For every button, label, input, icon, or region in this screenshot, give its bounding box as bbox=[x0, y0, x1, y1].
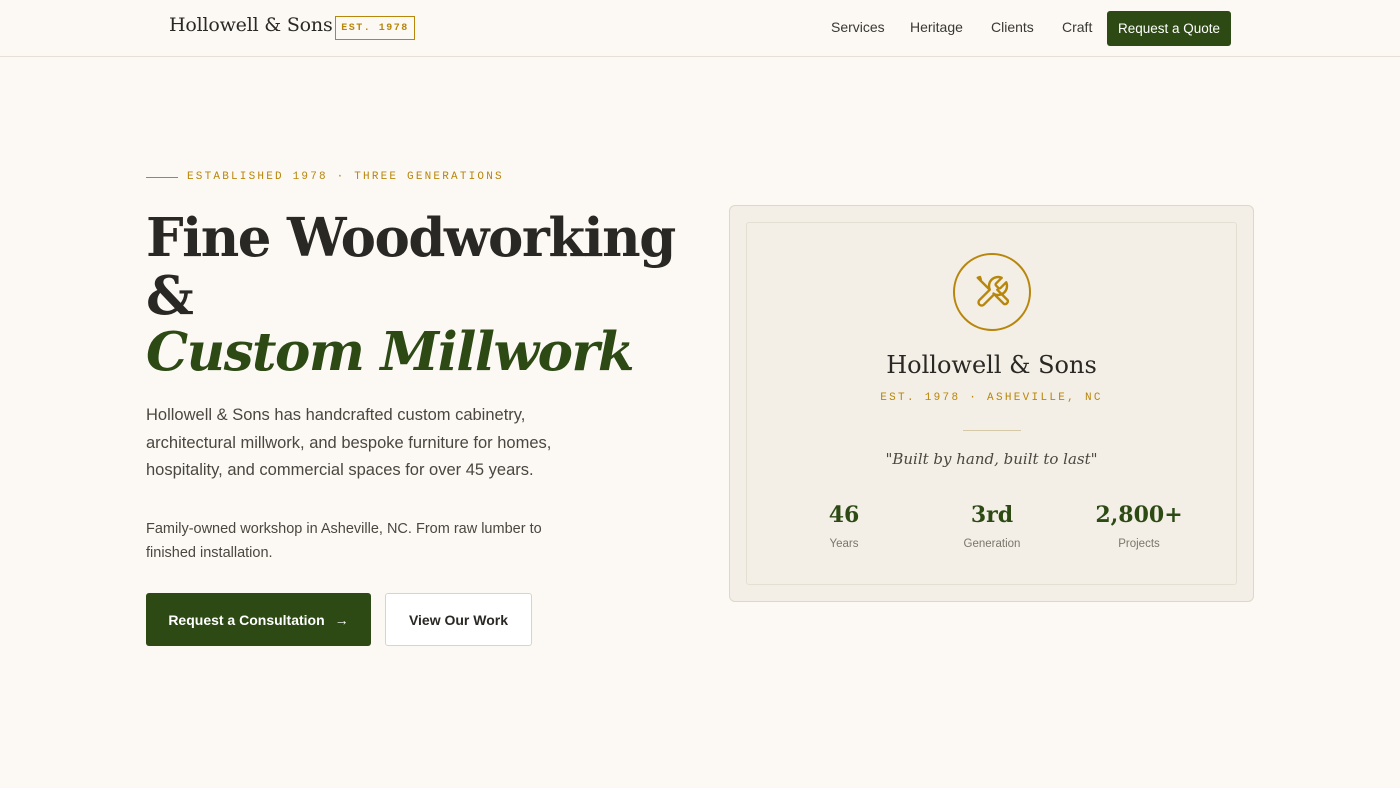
hero-lead: Hollowell & Sons has handcrafted custom … bbox=[146, 406, 552, 479]
arrow-right-icon: → bbox=[334, 611, 349, 628]
stat-generation-value: 3rd bbox=[970, 502, 1014, 528]
stat-projects-value: 2,800+ bbox=[1095, 502, 1183, 528]
hero-title-line2: & bbox=[146, 265, 194, 327]
hero-title-line1: Fine Woodworking bbox=[146, 207, 676, 269]
view-work-button[interactable]: View Our Work bbox=[385, 593, 532, 646]
stat-projects-label: Projects bbox=[1118, 538, 1160, 550]
stat-years-value: 46 bbox=[828, 502, 860, 528]
hero-title-line3: Custom Millwork bbox=[146, 321, 635, 383]
request-consultation-button[interactable]: Request a Consultation → bbox=[146, 593, 371, 646]
card-quote: "Built by hand, built to last" bbox=[885, 450, 1098, 468]
eyebrow-rule bbox=[146, 177, 178, 178]
hero-sub: Family-owned workshop in Asheville, NC. … bbox=[146, 521, 542, 561]
tools-icon bbox=[953, 253, 1031, 331]
card-divider bbox=[963, 430, 1021, 431]
nav-clients[interactable]: Clients bbox=[991, 19, 1034, 35]
nav-services[interactable]: Services bbox=[831, 19, 885, 35]
stat-generation-label: Generation bbox=[963, 538, 1021, 550]
brand-logo[interactable]: Hollowell & Sons bbox=[169, 14, 333, 36]
hero-eyebrow: ESTABLISHED 1978 · THREE GENERATIONS bbox=[187, 171, 504, 183]
est-badge: EST. 1978 bbox=[335, 16, 415, 40]
site-header: Hollowell & Sons EST. 1978 Services Heri… bbox=[0, 0, 1400, 57]
cta-primary-label: Request a Consultation bbox=[168, 611, 325, 628]
stat-years-label: Years bbox=[829, 538, 859, 550]
request-quote-button[interactable]: Request a Quote bbox=[1107, 11, 1231, 46]
card-est: EST. 1978 · ASHEVILLE, NC bbox=[880, 392, 1103, 404]
card-title: Hollowell & Sons bbox=[886, 351, 1097, 379]
nav-craft[interactable]: Craft bbox=[1062, 19, 1092, 35]
nav-heritage[interactable]: Heritage bbox=[910, 19, 963, 35]
